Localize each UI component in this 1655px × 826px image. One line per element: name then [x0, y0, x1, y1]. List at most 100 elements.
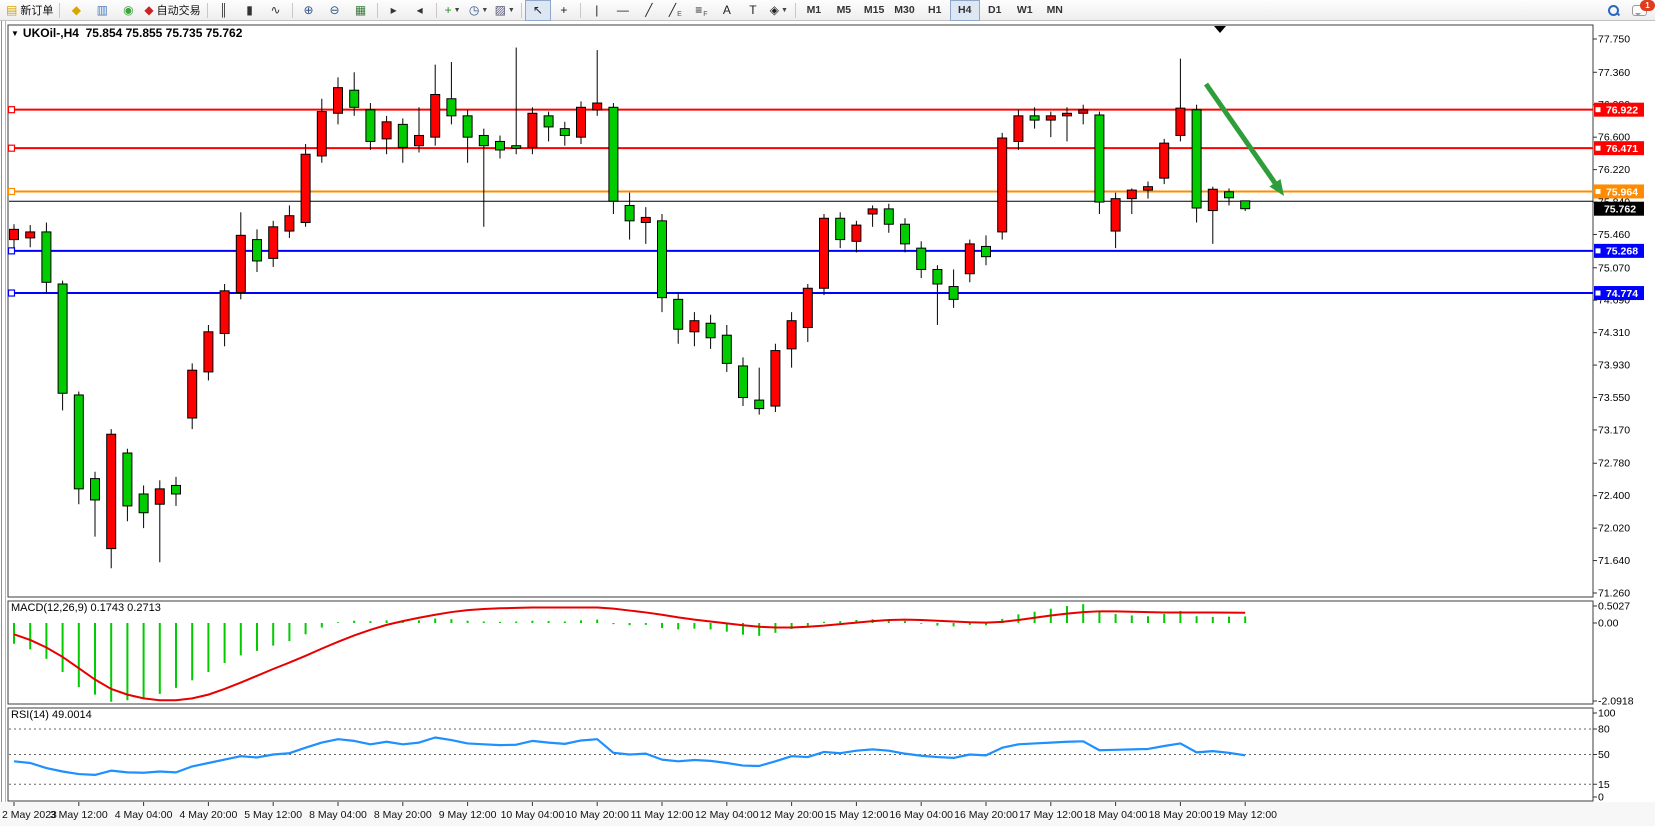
collapse-triangle-icon[interactable]: ▼ [11, 29, 19, 38]
mobile-trading-icon-button-icon: ◉ [123, 4, 133, 16]
arrows-button[interactable]: ◈▼ [766, 0, 792, 21]
rsi-axis-label: 50 [1598, 749, 1610, 761]
candlestick-chart-button[interactable]: ▮ [237, 0, 263, 21]
time-axis-label: 4 May 04:00 [115, 809, 173, 821]
line-handle[interactable] [9, 145, 15, 151]
bar-chart-button[interactable]: ║ [211, 0, 237, 21]
candlestick [901, 224, 910, 244]
candlestick [1144, 187, 1153, 190]
price-axis-label: 72.020 [1598, 523, 1630, 535]
auto-trading-button[interactable]: ◆ 自动交易 [141, 0, 203, 21]
candlestick [852, 225, 861, 241]
timeframe-d1[interactable]: D1 [980, 0, 1010, 21]
price-axis-label: 73.170 [1598, 424, 1630, 436]
candlestick [155, 489, 164, 504]
bar-chart-button-icon: ║ [219, 4, 228, 16]
trendline-button[interactable]: ╱ [636, 0, 662, 21]
candlestick [658, 221, 667, 298]
search-button[interactable] [1600, 0, 1626, 21]
price-axis-label: 74.310 [1598, 327, 1630, 339]
zoom-out-button[interactable]: ⊖ [322, 0, 348, 21]
line-handle[interactable] [9, 107, 15, 113]
time-axis-label: 8 May 20:00 [374, 809, 432, 821]
candlestick [528, 113, 537, 147]
zoom-in-button[interactable]: ⊕ [296, 0, 322, 21]
auto-trading-button-icon: ◆ [144, 4, 153, 16]
candlestick [253, 240, 262, 261]
candlestick [1208, 189, 1217, 210]
timeframe-m1[interactable]: M1 [799, 0, 829, 21]
chart-title[interactable]: ▼UKOil-,H4 75.854 75.855 75.735 75.762 [11, 26, 242, 40]
candlestick [868, 209, 877, 214]
tile-windows-button[interactable]: ▦ [348, 0, 374, 21]
indicators-button[interactable]: +▼ [440, 0, 466, 21]
candlestick [204, 332, 213, 372]
text-label-button[interactable]: T [740, 0, 766, 21]
auto-trading-button-label: 自动交易 [157, 2, 201, 18]
data-window-icon-button[interactable]: ▥ [89, 0, 115, 21]
timeframe-m5[interactable]: M5 [829, 0, 859, 21]
horizontal-line-button[interactable]: — [610, 0, 636, 21]
candlestick [415, 135, 424, 145]
price-axis-label: 75.070 [1598, 262, 1630, 274]
price-axis-label: 71.260 [1598, 588, 1630, 600]
charts-profile-prev-button[interactable]: ◂ [407, 0, 433, 21]
time-axis-label: 16 May 20:00 [954, 809, 1018, 821]
timeframe-m30[interactable]: M30 [889, 0, 919, 21]
macd-panel [8, 601, 1593, 704]
tile-windows-button-icon: ▦ [355, 4, 366, 16]
icon-subscript: E [677, 11, 682, 18]
candlestick [787, 321, 796, 349]
price-axis-label: 76.220 [1598, 164, 1630, 176]
timeframe-h1[interactable]: H1 [920, 0, 950, 21]
price-axis-label: 73.550 [1598, 392, 1630, 404]
text-button-icon: A [723, 4, 731, 16]
candlestick [479, 135, 488, 145]
timeframe-w1[interactable]: W1 [1010, 0, 1040, 21]
charts-profile-next-button[interactable]: ▸ [381, 0, 407, 21]
fibonacci-button[interactable]: ≡F [688, 0, 714, 21]
candlestick [1127, 190, 1136, 199]
time-axis-label: 10 May 04:00 [501, 809, 565, 821]
candlestick [172, 485, 181, 494]
price-tag-label: 75.964 [1606, 186, 1638, 198]
price-tag-label: 76.471 [1606, 143, 1638, 155]
crosshair-button[interactable]: + [551, 0, 577, 21]
candlestick-chart-button-icon: ▮ [246, 4, 253, 16]
line-chart-button[interactable]: ∿ [263, 0, 289, 21]
line-handle[interactable] [9, 188, 15, 194]
dropdown-arrow-icon[interactable]: ▼ [508, 7, 515, 14]
toolbar-separator [59, 3, 60, 18]
text-button[interactable]: A [714, 0, 740, 21]
candlestick [706, 323, 715, 338]
timeframe-h4[interactable]: H4 [950, 0, 980, 21]
notifications-button[interactable]: 1 [1626, 0, 1652, 21]
macd-axis-label: -2.0918 [1598, 696, 1634, 708]
dropdown-arrow-icon[interactable]: ▼ [454, 7, 461, 14]
candlestick [965, 244, 974, 274]
timeframe-mn[interactable]: MN [1040, 0, 1070, 21]
mobile-trading-icon-button[interactable]: ◉ [115, 0, 141, 21]
line-handle[interactable] [9, 290, 15, 296]
templates-button[interactable]: ▨▼ [492, 0, 518, 21]
vertical-line-button[interactable]: | [584, 0, 610, 21]
equidistant-channel-button[interactable]: ╱E [662, 0, 688, 21]
rsi-indicator-label: RSI(14) 49.0014 [11, 709, 92, 721]
dropdown-arrow-icon[interactable]: ▼ [781, 7, 788, 14]
timeframe-m15[interactable]: M15 [859, 0, 889, 21]
vertical-line-button-icon: | [595, 4, 598, 16]
rsi-axis-label: 80 [1598, 724, 1610, 736]
market-watch-icon-button[interactable]: ◆ [63, 0, 89, 21]
candlestick [91, 479, 100, 500]
cursor-button[interactable]: ↖ [525, 0, 551, 21]
horizontal-line-button-icon: — [617, 4, 629, 16]
periods-button[interactable]: ◷▼ [466, 0, 492, 21]
dropdown-arrow-icon[interactable]: ▼ [481, 7, 488, 14]
candlestick [820, 218, 829, 288]
candlestick [722, 335, 731, 363]
line-handle[interactable] [9, 248, 15, 254]
new-order-button-label: 新订单 [20, 2, 53, 18]
price-tag-handle [1596, 291, 1601, 296]
new-order-button[interactable]: ▤新订单 [3, 0, 56, 21]
candlestick [285, 216, 294, 231]
